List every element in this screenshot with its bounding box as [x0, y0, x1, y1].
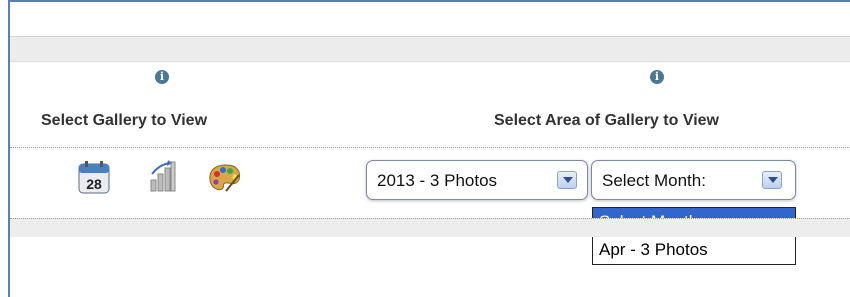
select-area-heading: Select Area of Gallery to View — [494, 112, 719, 129]
chevron-down-icon[interactable] — [557, 171, 577, 189]
chevron-down-icon[interactable] — [762, 171, 782, 189]
area-info-icon[interactable]: i — [650, 70, 664, 84]
year-select-value: 2013 - 3 Photos — [377, 171, 498, 190]
month-select[interactable]: Select Month: — [591, 160, 796, 200]
calendar-day: 28 — [86, 176, 102, 192]
divider — [10, 147, 850, 148]
month-option-apr[interactable]: Apr - 3 Photos — [593, 236, 795, 264]
header-band — [10, 36, 850, 62]
bar-chart-icon[interactable] — [150, 160, 176, 192]
footer-band — [10, 218, 850, 237]
paint-palette-icon[interactable] — [208, 163, 242, 193]
select-gallery-heading: Select Gallery to View — [41, 112, 208, 129]
year-select[interactable]: 2013 - 3 Photos — [366, 160, 588, 200]
month-select-value: Select Month: — [602, 171, 706, 190]
calendar-icon[interactable]: 28 — [78, 160, 110, 194]
gallery-info-icon[interactable]: i — [155, 70, 169, 84]
